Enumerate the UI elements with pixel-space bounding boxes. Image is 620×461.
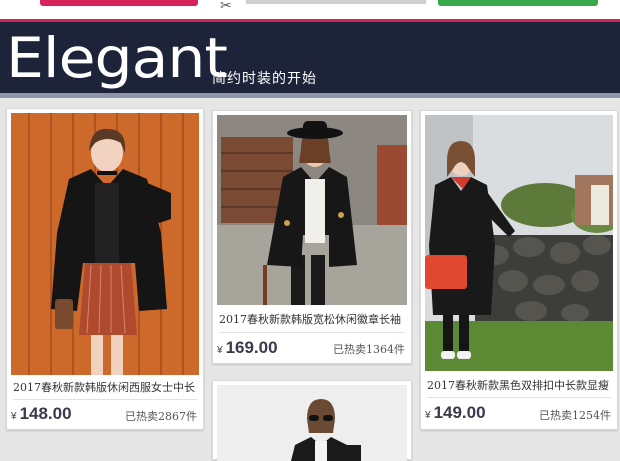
product-price: ¥148.00 bbox=[11, 404, 72, 424]
price-value: 169.00 bbox=[225, 338, 278, 357]
banner-subtitle: 简约时装的开始 bbox=[212, 70, 317, 86]
product-name[interactable]: 2017春秋新款韩版宽松休闲徽章长袖 bbox=[219, 311, 405, 327]
currency-symbol: ¥ bbox=[11, 411, 17, 422]
sold-count: 已热卖1364件 bbox=[333, 343, 405, 356]
product-card[interactable]: 2017春秋新款黑色双排扣中长款显瘦 ¥149.00 已热卖1254件 bbox=[420, 110, 618, 430]
card-divider bbox=[427, 397, 611, 398]
price-value: 149.00 bbox=[433, 403, 486, 422]
sold-count: 已热卖1254件 bbox=[539, 409, 611, 422]
coupon-pink[interactable] bbox=[40, 0, 198, 6]
product-price: ¥169.00 bbox=[217, 338, 278, 358]
coupon-divider bbox=[246, 0, 426, 4]
card-divider bbox=[13, 399, 197, 400]
product-name[interactable]: 2017春秋新款黑色双排扣中长款显瘦 bbox=[427, 377, 611, 393]
product-price: ¥149.00 bbox=[425, 403, 486, 423]
product-name[interactable]: 2017春秋新款韩版休闲西服女士中长 bbox=[13, 379, 197, 395]
product-card[interactable] bbox=[212, 380, 412, 461]
section-banner: Elegant 简约时装的开始 bbox=[0, 22, 620, 98]
coupon-strip: ✂ bbox=[0, 0, 620, 22]
product-image[interactable] bbox=[11, 113, 199, 375]
product-image[interactable] bbox=[217, 385, 407, 461]
price-value: 148.00 bbox=[19, 404, 72, 423]
banner-title: Elegant bbox=[6, 26, 228, 91]
coupon-green[interactable] bbox=[438, 0, 598, 6]
card-divider bbox=[219, 332, 405, 333]
product-card[interactable]: 2017春秋新款韩版休闲西服女士中长 ¥148.00 已热卖2867件 bbox=[6, 108, 204, 430]
currency-symbol: ¥ bbox=[425, 410, 431, 421]
product-image[interactable] bbox=[425, 115, 613, 371]
product-image[interactable] bbox=[217, 115, 407, 305]
product-card[interactable]: 2017春秋新款韩版宽松休闲徽章长袖 ¥169.00 已热卖1364件 bbox=[212, 110, 412, 364]
currency-symbol: ¥ bbox=[217, 345, 223, 356]
sold-count: 已热卖2867件 bbox=[125, 410, 197, 423]
scissors-icon: ✂ bbox=[220, 0, 232, 13]
